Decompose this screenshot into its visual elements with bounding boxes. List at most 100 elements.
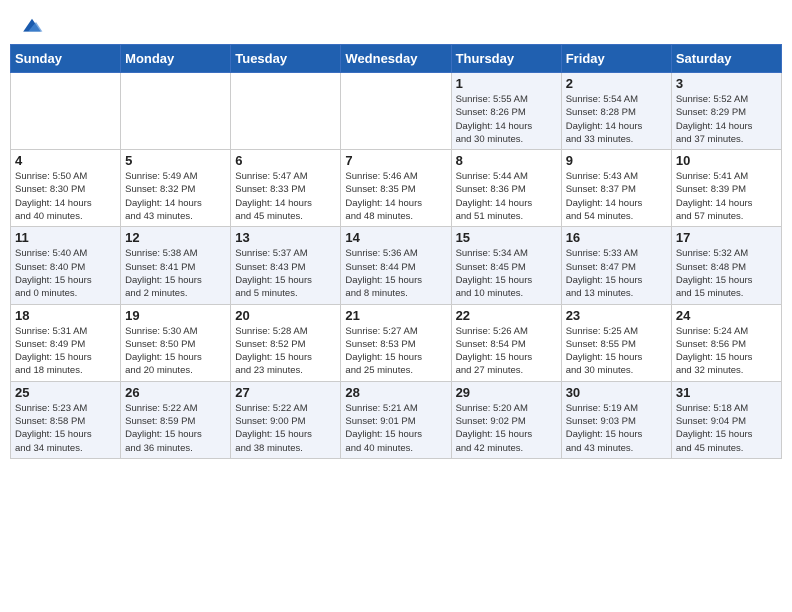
calendar-cell: 31 Sunrise: 5:18 AM Sunset: 9:04 PM Dayli…	[671, 381, 781, 458]
calendar-cell: 11 Sunrise: 5:40 AM Sunset: 8:40 PM Dayli…	[11, 227, 121, 304]
day-number: 23	[566, 308, 667, 323]
calendar-header-row: SundayMondayTuesdayWednesdayThursdayFrid…	[11, 45, 782, 73]
day-number: 31	[676, 385, 777, 400]
day-info: Sunrise: 5:26 AM Sunset: 8:54 PM Dayligh…	[456, 325, 557, 378]
day-number: 13	[235, 230, 336, 245]
logo-icon	[20, 14, 44, 38]
day-number: 10	[676, 153, 777, 168]
day-number: 27	[235, 385, 336, 400]
day-info: Sunrise: 5:18 AM Sunset: 9:04 PM Dayligh…	[676, 402, 777, 455]
weekday-header: Tuesday	[231, 45, 341, 73]
calendar-cell: 29 Sunrise: 5:20 AM Sunset: 9:02 PM Dayli…	[451, 381, 561, 458]
page-header	[10, 10, 782, 36]
day-number: 2	[566, 76, 667, 91]
day-info: Sunrise: 5:30 AM Sunset: 8:50 PM Dayligh…	[125, 325, 226, 378]
day-info: Sunrise: 5:41 AM Sunset: 8:39 PM Dayligh…	[676, 170, 777, 223]
day-number: 16	[566, 230, 667, 245]
calendar-cell: 4 Sunrise: 5:50 AM Sunset: 8:30 PM Daylig…	[11, 150, 121, 227]
calendar-cell: 16 Sunrise: 5:33 AM Sunset: 8:47 PM Dayli…	[561, 227, 671, 304]
day-info: Sunrise: 5:40 AM Sunset: 8:40 PM Dayligh…	[15, 247, 116, 300]
logo	[18, 14, 44, 32]
calendar-cell	[231, 73, 341, 150]
day-number: 17	[676, 230, 777, 245]
calendar-week-row: 11 Sunrise: 5:40 AM Sunset: 8:40 PM Dayli…	[11, 227, 782, 304]
calendar-cell: 26 Sunrise: 5:22 AM Sunset: 8:59 PM Dayli…	[121, 381, 231, 458]
calendar-cell	[11, 73, 121, 150]
day-info: Sunrise: 5:24 AM Sunset: 8:56 PM Dayligh…	[676, 325, 777, 378]
weekday-header: Friday	[561, 45, 671, 73]
day-info: Sunrise: 5:55 AM Sunset: 8:26 PM Dayligh…	[456, 93, 557, 146]
calendar-cell: 8Sunrise: 5:44 AM Sunset: 8:36 PM Daylig…	[451, 150, 561, 227]
day-number: 19	[125, 308, 226, 323]
weekday-header: Sunday	[11, 45, 121, 73]
day-number: 18	[15, 308, 116, 323]
day-number: 15	[456, 230, 557, 245]
day-info: Sunrise: 5:49 AM Sunset: 8:32 PM Dayligh…	[125, 170, 226, 223]
day-number: 11	[15, 230, 116, 245]
day-info: Sunrise: 5:20 AM Sunset: 9:02 PM Dayligh…	[456, 402, 557, 455]
day-number: 21	[345, 308, 446, 323]
day-number: 1	[456, 76, 557, 91]
day-info: Sunrise: 5:54 AM Sunset: 8:28 PM Dayligh…	[566, 93, 667, 146]
day-info: Sunrise: 5:52 AM Sunset: 8:29 PM Dayligh…	[676, 93, 777, 146]
day-number: 7	[345, 153, 446, 168]
calendar-cell: 1 Sunrise: 5:55 AM Sunset: 8:26 PM Daylig…	[451, 73, 561, 150]
day-info: Sunrise: 5:31 AM Sunset: 8:49 PM Dayligh…	[15, 325, 116, 378]
day-info: Sunrise: 5:22 AM Sunset: 8:59 PM Dayligh…	[125, 402, 226, 455]
day-info: Sunrise: 5:19 AM Sunset: 9:03 PM Dayligh…	[566, 402, 667, 455]
day-number: 24	[676, 308, 777, 323]
day-number: 6	[235, 153, 336, 168]
calendar-cell: 28 Sunrise: 5:21 AM Sunset: 9:01 PM Dayli…	[341, 381, 451, 458]
day-info: Sunrise: 5:36 AM Sunset: 8:44 PM Dayligh…	[345, 247, 446, 300]
calendar-cell: 7 Sunrise: 5:46 AM Sunset: 8:35 PM Daylig…	[341, 150, 451, 227]
weekday-header: Wednesday	[341, 45, 451, 73]
day-info: Sunrise: 5:38 AM Sunset: 8:41 PM Dayligh…	[125, 247, 226, 300]
calendar-cell: 17Sunrise: 5:32 AM Sunset: 8:48 PM Dayli…	[671, 227, 781, 304]
day-info: Sunrise: 5:21 AM Sunset: 9:01 PM Dayligh…	[345, 402, 446, 455]
day-info: Sunrise: 5:27 AM Sunset: 8:53 PM Dayligh…	[345, 325, 446, 378]
calendar-cell	[341, 73, 451, 150]
day-number: 30	[566, 385, 667, 400]
calendar-cell: 30 Sunrise: 5:19 AM Sunset: 9:03 PM Dayli…	[561, 381, 671, 458]
calendar-cell: 9 Sunrise: 5:43 AM Sunset: 8:37 PM Daylig…	[561, 150, 671, 227]
calendar-cell: 13 Sunrise: 5:37 AM Sunset: 8:43 PM Dayli…	[231, 227, 341, 304]
day-number: 3	[676, 76, 777, 91]
day-number: 25	[15, 385, 116, 400]
day-number: 20	[235, 308, 336, 323]
calendar-cell: 12Sunrise: 5:38 AM Sunset: 8:41 PM Dayli…	[121, 227, 231, 304]
calendar-cell: 25 Sunrise: 5:23 AM Sunset: 8:58 PM Dayli…	[11, 381, 121, 458]
calendar-cell: 27Sunrise: 5:22 AM Sunset: 9:00 PM Dayli…	[231, 381, 341, 458]
weekday-header: Saturday	[671, 45, 781, 73]
calendar-cell: 3 Sunrise: 5:52 AM Sunset: 8:29 PM Daylig…	[671, 73, 781, 150]
day-number: 26	[125, 385, 226, 400]
day-number: 29	[456, 385, 557, 400]
calendar-cell: 18 Sunrise: 5:31 AM Sunset: 8:49 PM Dayli…	[11, 304, 121, 381]
calendar-cell: 23 Sunrise: 5:25 AM Sunset: 8:55 PM Dayli…	[561, 304, 671, 381]
calendar-cell: 2 Sunrise: 5:54 AM Sunset: 8:28 PM Daylig…	[561, 73, 671, 150]
day-number: 9	[566, 153, 667, 168]
calendar-cell: 19 Sunrise: 5:30 AM Sunset: 8:50 PM Dayli…	[121, 304, 231, 381]
day-info: Sunrise: 5:23 AM Sunset: 8:58 PM Dayligh…	[15, 402, 116, 455]
calendar-cell: 10 Sunrise: 5:41 AM Sunset: 8:39 PM Dayli…	[671, 150, 781, 227]
calendar-week-row: 18 Sunrise: 5:31 AM Sunset: 8:49 PM Dayli…	[11, 304, 782, 381]
day-info: Sunrise: 5:28 AM Sunset: 8:52 PM Dayligh…	[235, 325, 336, 378]
weekday-header: Monday	[121, 45, 231, 73]
weekday-header: Thursday	[451, 45, 561, 73]
day-info: Sunrise: 5:47 AM Sunset: 8:33 PM Dayligh…	[235, 170, 336, 223]
day-info: Sunrise: 5:37 AM Sunset: 8:43 PM Dayligh…	[235, 247, 336, 300]
day-number: 14	[345, 230, 446, 245]
day-info: Sunrise: 5:33 AM Sunset: 8:47 PM Dayligh…	[566, 247, 667, 300]
day-info: Sunrise: 5:43 AM Sunset: 8:37 PM Dayligh…	[566, 170, 667, 223]
calendar-week-row: 25 Sunrise: 5:23 AM Sunset: 8:58 PM Dayli…	[11, 381, 782, 458]
calendar-cell: 21 Sunrise: 5:27 AM Sunset: 8:53 PM Dayli…	[341, 304, 451, 381]
day-number: 5	[125, 153, 226, 168]
calendar-table: SundayMondayTuesdayWednesdayThursdayFrid…	[10, 44, 782, 459]
calendar-week-row: 4 Sunrise: 5:50 AM Sunset: 8:30 PM Daylig…	[11, 150, 782, 227]
day-number: 28	[345, 385, 446, 400]
day-number: 8	[456, 153, 557, 168]
day-info: Sunrise: 5:46 AM Sunset: 8:35 PM Dayligh…	[345, 170, 446, 223]
day-info: Sunrise: 5:50 AM Sunset: 8:30 PM Dayligh…	[15, 170, 116, 223]
day-number: 4	[15, 153, 116, 168]
calendar-cell: 14 Sunrise: 5:36 AM Sunset: 8:44 PM Dayli…	[341, 227, 451, 304]
day-info: Sunrise: 5:25 AM Sunset: 8:55 PM Dayligh…	[566, 325, 667, 378]
